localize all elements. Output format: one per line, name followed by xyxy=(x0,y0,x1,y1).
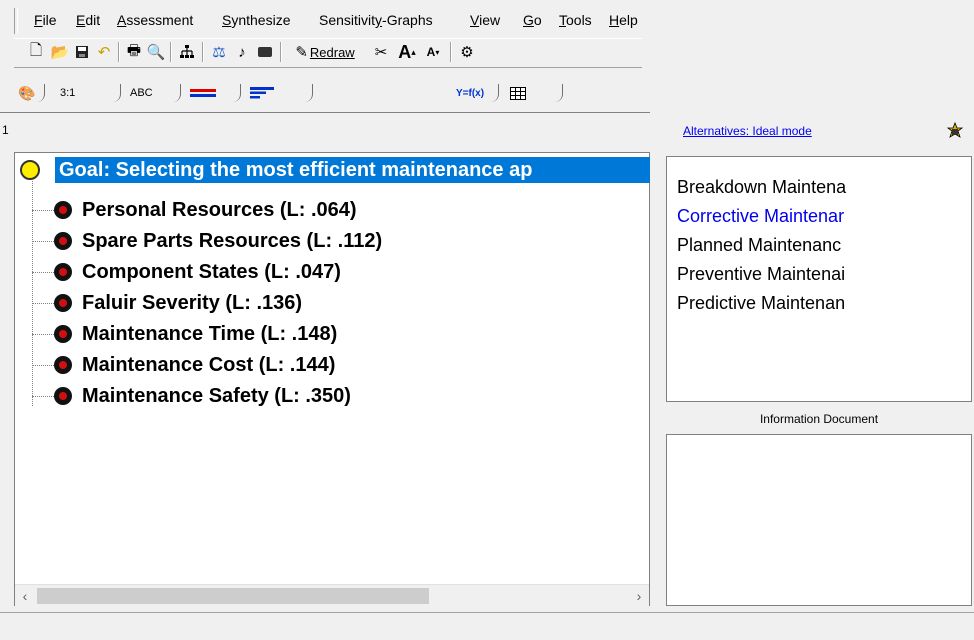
tab-ratio[interactable]: 3:1 xyxy=(60,84,90,102)
tree-node-label: Maintenance Safety (L: .350) xyxy=(82,385,351,407)
new-file-icon[interactable]: 🗋 xyxy=(26,41,46,63)
tab-divider xyxy=(304,84,313,102)
alternative-item[interactable]: Breakdown Maintena xyxy=(677,175,846,199)
tab-divider xyxy=(112,84,121,102)
toolbar-separator xyxy=(450,42,452,62)
tab-divider xyxy=(490,84,499,102)
criterion-dot-icon xyxy=(54,263,72,281)
tab-divider xyxy=(554,84,563,102)
colors-icon[interactable]: 🎨 xyxy=(18,84,38,102)
goal-circle-icon xyxy=(20,160,40,180)
scroll-left-icon[interactable]: ‹ xyxy=(15,585,35,607)
tab-divider xyxy=(172,84,181,102)
toolbar-separator xyxy=(202,42,204,62)
tree-node-label: Spare Parts Resources (L: .112) xyxy=(82,230,383,252)
status-bar xyxy=(0,612,974,640)
alternatives-mode-link[interactable]: Alternatives: Ideal mode xyxy=(683,124,812,138)
criterion-dot-icon xyxy=(54,201,72,219)
save-icon[interactable] xyxy=(72,41,92,63)
menu-tools[interactable]: Tools xyxy=(559,12,592,28)
menu-assessment[interactable]: Assessment xyxy=(117,12,193,28)
hierarchy-icon[interactable] xyxy=(176,41,198,63)
pane-splitter[interactable] xyxy=(650,112,658,606)
menu-help[interactable]: Help xyxy=(609,12,638,28)
toolbar-separator xyxy=(118,42,120,62)
note-icon[interactable]: ♪ xyxy=(232,41,252,63)
cut-icon[interactable]: ✂ xyxy=(370,41,392,63)
toolbar: 🗋 📂 ↶ 🖶 🔍 ⚖ ♪ ✎ Redraw ✂ A ▴ A ▾ ⚙ xyxy=(14,38,642,68)
table-icon[interactable] xyxy=(510,84,534,102)
tree-node-label: Component States (L: .047) xyxy=(82,261,341,283)
redraw-button[interactable]: ✎ Redraw xyxy=(284,41,366,63)
hierarchy-tree: Goal: Selecting the most efficient maint… xyxy=(14,152,651,606)
menu-view[interactable]: View xyxy=(470,12,500,28)
add-alternative-icon[interactable] xyxy=(944,120,966,142)
left-pane-header: 1 xyxy=(0,112,650,151)
font-larger-icon[interactable]: A ▴ xyxy=(396,41,418,63)
node-value-label: 1 xyxy=(2,123,9,137)
criterion-dot-icon xyxy=(54,356,72,374)
scale-icon[interactable]: ⚖ xyxy=(208,41,230,63)
toolbar-separator xyxy=(170,42,172,62)
info-document-title: Information Document xyxy=(759,412,879,426)
tree-node-label: Maintenance Cost (L: .144) xyxy=(82,354,336,376)
tree-node-label: Maintenance Time (L: .148) xyxy=(82,323,338,345)
alternative-item[interactable]: Planned Maintenanc xyxy=(677,233,841,257)
print-preview-icon[interactable]: 🔍 xyxy=(146,41,166,63)
print-icon[interactable]: 🖶 xyxy=(124,41,144,63)
redraw-label: Redraw xyxy=(309,44,355,60)
info-document-area[interactable] xyxy=(666,434,972,606)
tab-divider xyxy=(232,84,241,102)
alternatives-list: Breakdown Maintena Corrective Maintenar … xyxy=(666,156,972,402)
criterion-dot-icon xyxy=(54,232,72,250)
rectangle-icon[interactable] xyxy=(254,41,276,63)
lines-icon[interactable] xyxy=(250,84,280,102)
undo-icon[interactable]: ↶ xyxy=(94,41,114,63)
alternative-item-selected[interactable]: Corrective Maintenar xyxy=(677,204,844,228)
tree-connector xyxy=(32,181,33,406)
menu-go[interactable]: Go xyxy=(523,12,542,28)
scroll-right-icon[interactable]: › xyxy=(629,585,649,607)
menu-sensitivity-graphs[interactable]: Sensitivity-Graphs xyxy=(319,12,433,28)
redraw-icon: ✎ xyxy=(295,44,308,61)
alternative-item[interactable]: Predictive Maintenan xyxy=(677,291,845,315)
alternatives-header: Alternatives: Ideal mode xyxy=(658,112,974,150)
horizontal-scrollbar[interactable]: ‹ › xyxy=(15,584,649,607)
toolbar-separator xyxy=(280,42,282,62)
menu-file[interactable]: File xyxy=(34,12,57,28)
scrollbar-thumb[interactable] xyxy=(37,588,429,604)
menu-edit[interactable]: Edit xyxy=(76,12,100,28)
criterion-dot-icon xyxy=(54,387,72,405)
tree-node-label: Faluir Severity (L: .136) xyxy=(82,292,303,314)
font-smaller-icon[interactable]: A ▾ xyxy=(422,41,444,63)
menu-synthesize[interactable]: Synthesize xyxy=(222,12,291,28)
alternative-item[interactable]: Preventive Maintenai xyxy=(677,262,845,286)
criterion-dot-icon xyxy=(54,294,72,312)
help-icon[interactable]: ⚙ xyxy=(456,41,478,63)
open-folder-icon[interactable]: 📂 xyxy=(50,41,70,63)
tab-abc[interactable]: ABC xyxy=(130,84,164,102)
tab-strip: 🎨 3:1 ABC Y=f(x) xyxy=(14,84,634,102)
tree-node-label: Personal Resources (L: .064) xyxy=(82,199,357,221)
tab-divider xyxy=(36,84,45,102)
equals-icon[interactable] xyxy=(190,84,220,102)
criterion-dot-icon xyxy=(54,325,72,343)
tree-goal-node[interactable]: Goal: Selecting the most efficient maint… xyxy=(55,157,651,183)
menu-grip xyxy=(14,8,18,34)
